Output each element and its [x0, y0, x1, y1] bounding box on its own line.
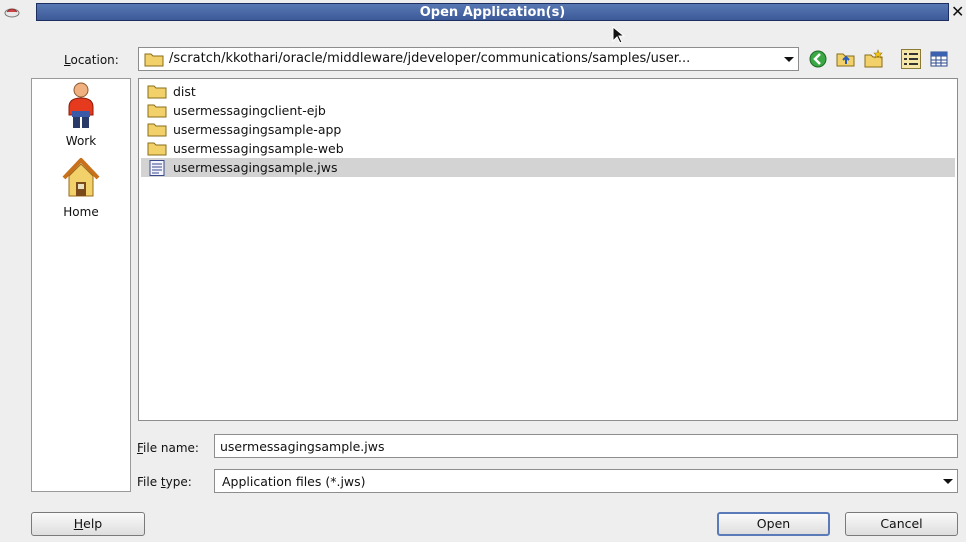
- location-combo[interactable]: /scratch/kkothari/oracle/middleware/jdev…: [138, 47, 799, 71]
- new-folder-icon[interactable]: [864, 49, 884, 69]
- place-work[interactable]: Work: [32, 81, 130, 148]
- mouse-cursor-icon: [612, 26, 626, 44]
- places-sidebar: Work Home: [31, 78, 131, 492]
- folder-icon: [147, 104, 167, 118]
- file-name-label: File name:: [137, 441, 199, 455]
- back-icon[interactable]: [808, 49, 828, 69]
- place-label: Work: [65, 134, 97, 148]
- duke-app-icon: [4, 8, 20, 18]
- file-name-value: usermessagingsample.jws: [220, 439, 385, 454]
- work-user-icon: [68, 82, 94, 128]
- close-icon[interactable]: ✕: [951, 2, 964, 21]
- open-button[interactable]: Open: [717, 512, 830, 536]
- location-path: /scratch/kkothari/oracle/middleware/jdev…: [169, 51, 691, 66]
- file-type-label: File type:: [137, 475, 192, 489]
- list-item[interactable]: usermessagingsample-web: [141, 139, 955, 158]
- list-item[interactable]: usermessagingsample-app: [141, 120, 955, 139]
- up-folder-icon[interactable]: [836, 49, 856, 69]
- details-view-icon[interactable]: [929, 49, 949, 69]
- file-type-value: Application files (*.jws): [222, 474, 366, 489]
- folder-icon: [147, 85, 167, 99]
- document-icon: [149, 160, 165, 176]
- file-type-select[interactable]: Application files (*.jws): [214, 469, 958, 493]
- window-title: Open Application(s): [419, 5, 566, 20]
- place-home[interactable]: Home: [32, 156, 130, 219]
- home-icon: [62, 158, 100, 197]
- title-strip: Open Application(s): [36, 3, 949, 21]
- cancel-button[interactable]: Cancel: [845, 512, 958, 536]
- chevron-down-icon[interactable]: [778, 48, 798, 70]
- help-button[interactable]: Help: [31, 512, 145, 536]
- folder-icon: [147, 123, 167, 137]
- location-label: Location:: [64, 53, 119, 67]
- place-label: Home: [63, 205, 99, 219]
- list-item-selected[interactable]: usermessagingsample.jws: [141, 158, 955, 177]
- list-item[interactable]: dist: [141, 82, 955, 101]
- file-list[interactable]: dist usermessagingclient-ejb usermessagi…: [138, 78, 958, 421]
- list-item[interactable]: usermessagingclient-ejb: [141, 101, 955, 120]
- file-name-input[interactable]: usermessagingsample.jws: [214, 434, 958, 458]
- chevron-down-icon[interactable]: [937, 470, 957, 492]
- list-view-icon[interactable]: [901, 49, 921, 69]
- title-bar[interactable]: Open Application(s) ✕: [0, 0, 966, 24]
- folder-icon: [144, 53, 164, 67]
- folder-icon: [147, 142, 167, 156]
